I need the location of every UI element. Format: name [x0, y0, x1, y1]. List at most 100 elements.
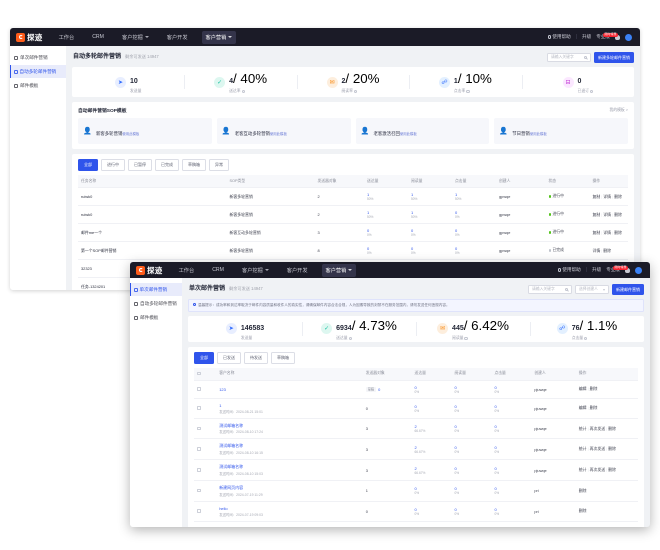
tab-abnormal[interactable]: 异常 [209, 159, 229, 171]
cell-targets[interactable]: 3 [362, 438, 412, 460]
help-link[interactable]: 使用帮助 [557, 267, 581, 273]
op-delete[interactable]: 删除 [608, 467, 616, 472]
table-row[interactable]: hello 发送时间：2024-07-19 09:03 0 0 0% 0 0% 0 0%… [194, 500, 638, 522]
create-campaign-button[interactable]: 新建多轮邮件营销 [594, 52, 634, 63]
table-row[interactable]: 测试邮箱名称 发送时间：2024-08-10 17:24 3 2 66.67% 00… [194, 417, 638, 439]
op-resend[interactable]: 再次发送 [590, 467, 606, 472]
col-targets[interactable]: 发送器对象 [314, 175, 364, 188]
op-detail[interactable]: 详情 [603, 194, 611, 199]
col-targets[interactable]: 发送器对象 [362, 367, 412, 381]
cell-targets[interactable]: 0 [362, 500, 412, 522]
cell-select[interactable] [194, 520, 217, 527]
checkbox-icon[interactable] [197, 509, 201, 513]
tab-pending[interactable]: 待发送 [244, 351, 268, 364]
op-stats[interactable]: 统计 [579, 446, 587, 451]
tab-all[interactable]: 全部 [194, 351, 214, 364]
cell-targets[interactable]: 2 [314, 187, 364, 206]
cell-select[interactable] [194, 379, 217, 399]
op-delete[interactable]: 删除 [614, 230, 622, 235]
sidebar-item-auto-multi-round[interactable]: 自动多轮邮件营销 [10, 65, 66, 78]
row-name[interactable]: 测试邮箱名称 [219, 423, 360, 429]
targets-value[interactable]: 0 [378, 387, 380, 392]
tab-sent[interactable]: 已发送 [217, 351, 241, 364]
checkbox-icon[interactable] [197, 488, 201, 493]
checkbox-icon[interactable] [197, 447, 201, 451]
checkbox-icon[interactable] [197, 468, 201, 472]
sidebar-item-single-email[interactable]: 单次邮件营销 [130, 283, 182, 296]
op-delete[interactable]: 删除 [614, 194, 622, 199]
col-select-all[interactable] [194, 367, 217, 381]
cell-targets[interactable]: 2 [314, 205, 364, 224]
upgrade-link[interactable]: 升级 [592, 267, 601, 273]
cell-select[interactable] [194, 459, 217, 481]
op-delete[interactable]: 删除 [579, 488, 587, 493]
tab-in-progress[interactable]: 进行中 [101, 159, 125, 171]
cell-select[interactable] [194, 500, 217, 522]
table-row[interactable]: ruiwk0 新客多轮营销 2 1 50% 1 50% 1 50% gpwqe 进行中… [78, 187, 628, 206]
table-row[interactable]: 测试邮箱名称 发送时间：2024-08-10 15:03 3 2 66.67% 00… [194, 459, 638, 481]
cell-select[interactable] [194, 417, 217, 439]
row-name[interactable]: 新建网页内容 [219, 485, 360, 491]
op-edit[interactable]: 编辑 [579, 386, 587, 391]
sop-card-holiday[interactable]: 👤 节日营销使用此模板 [494, 118, 628, 144]
row-name[interactable]: 123 [219, 387, 360, 392]
sop-card-reactivation[interactable]: 👤 老客激活召回使用此模板 [355, 118, 490, 144]
cell-targets[interactable]: 0 [362, 397, 412, 419]
tab-completed[interactable]: 已完成 [155, 159, 179, 171]
cell-targets[interactable]: 1 [362, 480, 412, 502]
tab-drafts[interactable]: 草稿箱 [182, 159, 206, 171]
upgrade-link[interactable]: 升级 [582, 34, 591, 40]
checkbox-icon[interactable] [197, 406, 201, 410]
row-name[interactable]: 测试邮箱名称 [219, 464, 360, 470]
row-name[interactable]: 123322 [219, 526, 360, 527]
nav-item-customer-mining[interactable]: 客户挖掘 [118, 31, 153, 44]
my-templates-link[interactable]: 我的模板 > [610, 108, 628, 113]
brand-logo-w1[interactable]: 探迹 [16, 32, 43, 43]
op-delete[interactable]: 删除 [608, 446, 616, 451]
checkbox-icon[interactable] [197, 387, 201, 391]
help-link[interactable]: 使用帮助 [547, 34, 571, 40]
table-row[interactable]: 1 发送时间：2024-08-21 15:01 0 0 0% 0 0% 0 0% pju… [194, 397, 638, 419]
tab-drafts[interactable]: 草稿箱 [271, 351, 295, 364]
table-row[interactable]: 新建网页内容 发送时间：2024-07-19 11:29 1 0 0% 0 0% 00… [194, 480, 638, 502]
op-delete[interactable]: 删除 [603, 248, 611, 253]
op-delete[interactable]: 删除 [614, 212, 622, 217]
table-row[interactable]: 123322发送时间：2024-07-18 16:40 0 00% 00% 00… [194, 520, 638, 527]
checkbox-icon[interactable] [197, 371, 201, 376]
op-edit[interactable]: 编辑 [579, 405, 587, 410]
op-copy[interactable]: 复制 [593, 230, 601, 235]
op-resend[interactable]: 再次发送 [590, 446, 606, 451]
op-detail[interactable]: 详情 [603, 230, 611, 235]
table-row[interactable]: ruiwk0 新客多轮营销 2 1 50% 1 50% 0 0% gpwqe 进行中 … [78, 205, 628, 224]
tab-all[interactable]: 全部 [78, 159, 98, 171]
nav-item-crm[interactable]: CRM [88, 31, 108, 43]
sidebar-item-auto-multi-round[interactable]: 自动多轮邮件营销 [130, 297, 182, 310]
op-copy[interactable]: 复制 [593, 194, 601, 199]
cell-select[interactable] [194, 397, 217, 419]
cell-targets[interactable]: 3 [362, 417, 412, 439]
search-input[interactable]: 请输入关键字 [547, 53, 591, 62]
op-stats[interactable]: 统计 [579, 426, 587, 431]
checkbox-icon[interactable] [197, 426, 201, 431]
brand-logo-w2[interactable]: 探迹 [136, 265, 163, 276]
nav-item-customer-mining[interactable]: 客户挖掘 [238, 264, 273, 277]
cell-select[interactable] [194, 438, 217, 460]
cell-targets[interactable]: 3 [314, 223, 364, 242]
row-name[interactable]: hello [219, 506, 360, 511]
window-single-email-marketing[interactable]: 探迹 工作台 CRM 客户挖掘 客户开发 客户营销 使用帮助 | 升级 专业版 … [130, 262, 650, 527]
cell-select[interactable] [194, 480, 217, 502]
cell-targets[interactable]: 3 [362, 459, 412, 481]
creator-filter-select[interactable]: 选择创建人 [575, 285, 609, 294]
cell-targets[interactable]: 0 [362, 520, 412, 527]
sidebar-item-email-template[interactable]: 邮件模板 [10, 79, 66, 92]
op-delete[interactable]: 删除 [590, 405, 598, 410]
table-row[interactable]: 测试邮箱名称 发送时间：2024-08-10 16:15 3 2 66.67% 00… [194, 438, 638, 460]
op-resend[interactable]: 再次发送 [590, 426, 606, 431]
op-delete[interactable]: 删除 [579, 508, 587, 513]
op-detail[interactable]: 详情 [603, 212, 611, 217]
nav-item-crm[interactable]: CRM [208, 264, 228, 276]
nav-item-customer-development[interactable]: 客户开发 [163, 31, 192, 44]
nav-item-customer-marketing[interactable]: 客户营销 [201, 30, 237, 44]
row-name[interactable]: 1 [219, 403, 360, 408]
op-copy[interactable]: 复制 [593, 212, 601, 217]
